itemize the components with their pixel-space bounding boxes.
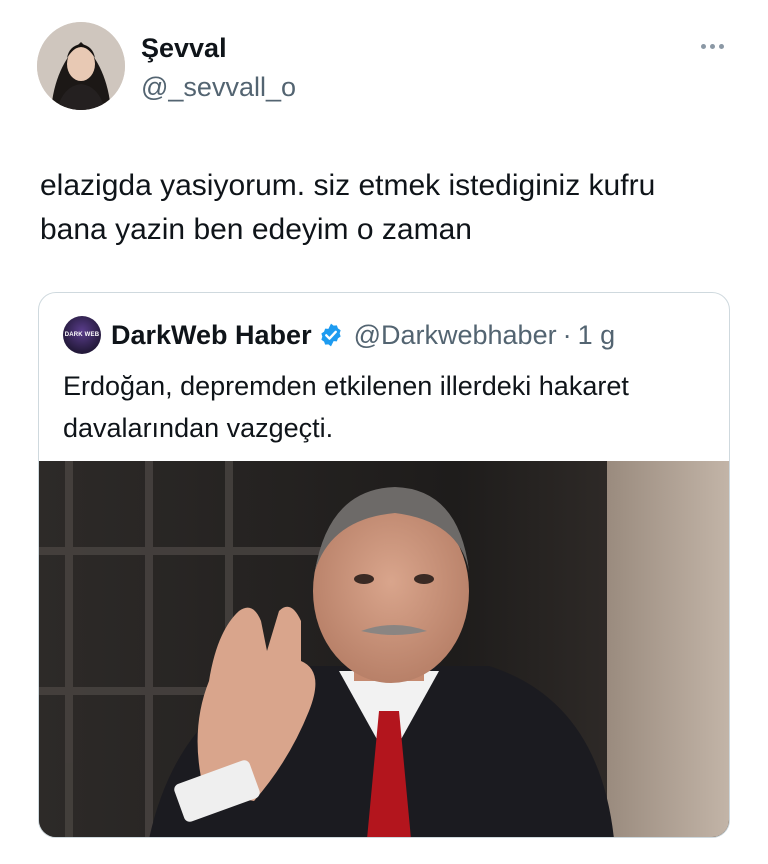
verified-badge-icon	[320, 323, 341, 347]
tweet-text: elazigda yasiyorum. siz etmek istedigini…	[40, 164, 740, 252]
quoted-author-avatar[interactable]: DARK WEB	[63, 316, 101, 354]
author-avatar[interactable]	[37, 22, 125, 110]
quoted-author-display-name[interactable]: DarkWeb Haber	[111, 320, 312, 351]
quoted-author-handle[interactable]: @Darkwebhaber	[354, 320, 557, 351]
quoted-text-line: Erdoğan, depremden etkilenen illerdeki h…	[63, 371, 629, 401]
more-options-button[interactable]	[694, 36, 730, 56]
quoted-tweet-text: Erdoğan, depremden etkilenen illerdeki h…	[63, 365, 703, 449]
quoted-meta-separator: ·	[562, 319, 572, 350]
author-display-name[interactable]: Şevval	[141, 32, 227, 64]
quoted-text-line: davalarından vazgeçti.	[63, 413, 334, 443]
tweet: Şevval @_sevvall_o elazigda yasiyorum. s…	[0, 0, 768, 864]
more-horizontal-icon-dot	[709, 43, 715, 49]
quoted-timestamp[interactable]: 1 g	[578, 320, 616, 351]
quoted-tweet-card[interactable]: DARK WEB DarkWeb Haber @Darkwebhaber · 1…	[38, 292, 730, 838]
tweet-text-line: elazigda yasiyorum. siz etmek istedigini…	[40, 169, 656, 202]
author-avatar-image	[37, 22, 125, 110]
more-horizontal-icon	[700, 43, 706, 49]
author-handle[interactable]: @_sevvall_o	[141, 71, 296, 103]
quoted-avatar-logo-text: DARK WEB	[64, 332, 100, 338]
tweet-text-line: bana yazin ben edeyim o zaman	[40, 213, 472, 246]
quoted-tweet-photo[interactable]	[39, 461, 729, 837]
photo-illustration	[39, 461, 729, 837]
quoted-tweet-header: DARK WEB DarkWeb Haber @Darkwebhaber · 1…	[63, 315, 615, 355]
more-horizontal-icon-dot	[718, 43, 724, 49]
